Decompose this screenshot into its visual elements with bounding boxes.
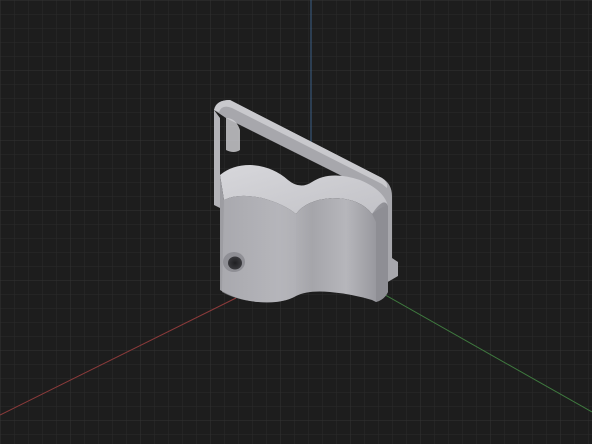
back-plate-left-side bbox=[214, 110, 220, 208]
3d-viewport[interactable] bbox=[0, 0, 592, 444]
viewport-canvas[interactable] bbox=[0, 0, 592, 444]
hook-curve-highlight bbox=[222, 195, 296, 303]
mounting-hole-inner bbox=[228, 256, 242, 270]
